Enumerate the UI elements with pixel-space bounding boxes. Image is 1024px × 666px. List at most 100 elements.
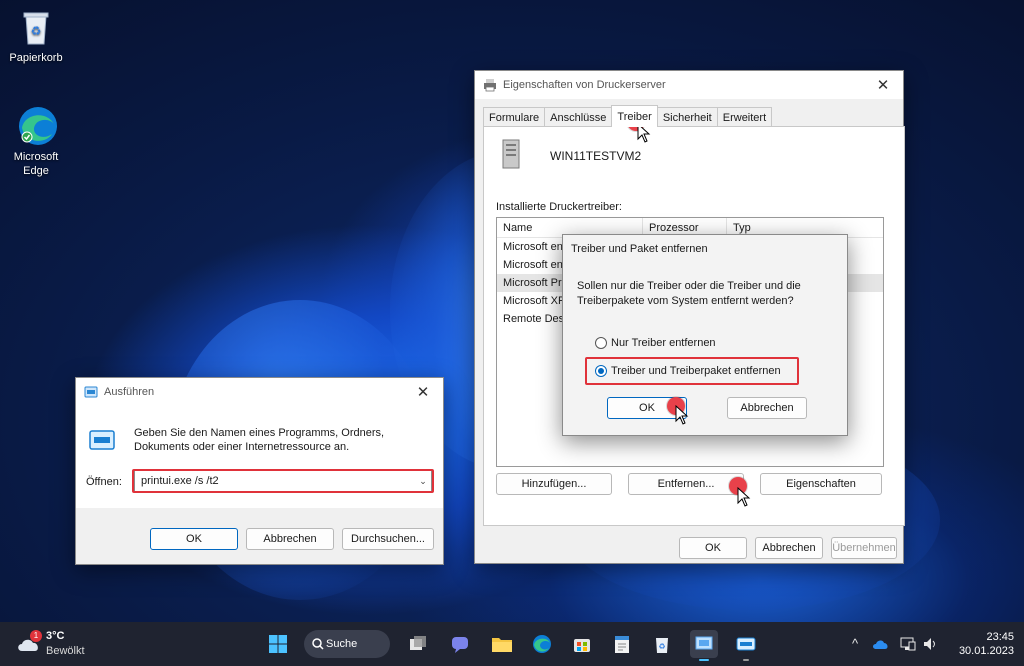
edge-label: Microsoft Edge xyxy=(13,151,59,177)
button-label: Entfernen... xyxy=(657,478,715,490)
run-app-icon xyxy=(89,430,115,450)
tab-formulare[interactable]: Formulare xyxy=(483,107,546,127)
weather-badge: 1 xyxy=(30,630,42,642)
button-label: OK xyxy=(186,533,202,545)
weather-widget[interactable]: 1 3°C Bewölkt xyxy=(16,628,96,660)
mouse-cursor-icon xyxy=(737,487,751,507)
run-description: Geben Sie den Namen eines Programms, Ord… xyxy=(134,427,385,453)
clock-date: 30.01.2023 xyxy=(958,645,1014,657)
button-label: OK xyxy=(639,402,655,414)
close-icon: ✕ xyxy=(416,384,430,401)
run-icon xyxy=(736,637,756,651)
weather-desc: Bewölkt xyxy=(46,645,85,657)
edge-taskbar-button[interactable] xyxy=(528,630,556,658)
desktop-icon-edge[interactable]: Microsoft Edge xyxy=(1,104,71,178)
task-view-icon xyxy=(410,636,426,650)
clock-time: 23:45 xyxy=(986,631,1014,643)
active-indicator xyxy=(699,659,709,661)
installed-drivers-label: Installierte Druckertreiber: xyxy=(496,201,622,213)
button-label: Abbrechen xyxy=(762,542,816,554)
start-button[interactable] xyxy=(264,630,292,658)
dialog-cancel-button[interactable]: Abbrechen xyxy=(727,397,807,419)
highlight-box xyxy=(132,469,434,493)
chat-icon xyxy=(452,637,468,653)
recycle-bin-taskbar-button[interactable]: ♻ xyxy=(648,630,676,658)
store-button[interactable] xyxy=(568,630,596,658)
ok-button[interactable]: OK xyxy=(679,537,747,559)
notepad-button[interactable] xyxy=(608,630,636,658)
button-label: Abbrechen xyxy=(740,402,794,414)
store-icon xyxy=(574,639,590,652)
server-icon xyxy=(502,139,520,169)
button-label: Eigenschaften xyxy=(786,478,856,490)
printer-management-button[interactable] xyxy=(690,630,718,661)
apply-button[interactable]: Übernehmen xyxy=(831,537,897,559)
tab-erweitert[interactable]: Erweitert xyxy=(716,107,773,127)
run-dialog: Ausführen ✕ Geben Sie den Namen eines Pr… xyxy=(75,377,444,565)
network-icon[interactable] xyxy=(900,636,916,652)
run-taskbar-button[interactable] xyxy=(732,630,760,661)
tab-anschluesse[interactable]: Anschlüsse xyxy=(544,107,613,127)
dialog-titlebar: Treiber und Paket entfernen xyxy=(563,235,847,263)
dialog-question: Sollen nur die Treiber oder die Treiber … xyxy=(577,280,801,307)
taskbar: 1 3°C Bewölkt Suche ♻ ^ 23:45 30.01.2023 xyxy=(0,622,1024,666)
server-name: WIN11TESTVM2 xyxy=(550,149,642,163)
tab-label: Anschlüsse xyxy=(550,111,607,124)
run-cancel-button[interactable]: Abbrechen xyxy=(246,528,334,550)
tab-label: Treiber xyxy=(617,110,652,123)
printer-server-icon xyxy=(695,636,713,650)
printserver-titlebar: Eigenschaften von Druckerserver ✕ xyxy=(475,71,903,99)
task-view-button[interactable] xyxy=(404,630,432,658)
edge-icon xyxy=(533,635,551,653)
tab-label: Formulare xyxy=(489,111,540,124)
run-titlebar: Ausführen ✕ xyxy=(76,378,443,406)
windows-icon xyxy=(269,635,287,653)
remove-driver-button[interactable]: Entfernen... xyxy=(628,473,744,495)
add-driver-button[interactable]: Hinzufügen... xyxy=(496,473,612,495)
button-label: Durchsuchen... xyxy=(351,533,425,545)
cancel-button[interactable]: Abbrechen xyxy=(755,537,823,559)
desktop-icon-recycle-bin[interactable]: ♻ Papierkorb xyxy=(1,8,71,64)
button-label: OK xyxy=(705,542,721,554)
search-icon xyxy=(312,638,324,650)
run-ok-button[interactable]: OK xyxy=(150,528,238,550)
folder-icon xyxy=(492,638,512,652)
taskbar-search[interactable]: Suche xyxy=(304,630,390,658)
run-body: Geben Sie den Namen eines Programms, Ord… xyxy=(76,406,443,508)
tab-sicherheit[interactable]: Sicherheit xyxy=(656,107,718,127)
svg-text:♻: ♻ xyxy=(31,24,42,38)
close-button[interactable]: ✕ xyxy=(863,71,903,99)
notepad-icon xyxy=(615,636,629,653)
teams-chat-button[interactable] xyxy=(446,630,474,658)
file-explorer-button[interactable] xyxy=(488,630,516,658)
volume-icon[interactable] xyxy=(922,636,938,652)
button-label: Abbrechen xyxy=(263,533,317,545)
tab-label: Erweitert xyxy=(722,111,767,124)
run-icon xyxy=(84,386,98,398)
button-label: Hinzufügen... xyxy=(521,478,587,490)
desktop-icon-label: Microsoft Edge xyxy=(1,150,71,178)
recycle-bin-icon: ♻ xyxy=(16,8,56,48)
open-label: Öffnen: xyxy=(86,476,122,488)
radio-button-off[interactable] xyxy=(595,337,607,349)
onedrive-icon[interactable] xyxy=(872,638,890,650)
chevron-up-icon[interactable]: ^ xyxy=(852,636,858,651)
radio-driver-only[interactable]: Nur Treiber entfernen xyxy=(595,337,716,349)
driver-properties-button[interactable]: Eigenschaften xyxy=(760,473,882,495)
close-button[interactable]: ✕ xyxy=(403,378,443,406)
tab-strip: Formulare Anschlüsse Treiber Sicherheit … xyxy=(483,105,773,127)
radio-label: Nur Treiber entfernen xyxy=(611,337,716,349)
dialog-title: Treiber und Paket entfernen xyxy=(571,243,708,255)
recycle-bin-icon: ♻ xyxy=(656,638,668,653)
tab-treiber[interactable]: Treiber xyxy=(611,105,658,127)
run-browse-button[interactable]: Durchsuchen... xyxy=(342,528,434,550)
button-label: Übernehmen xyxy=(832,542,896,554)
search-label: Suche xyxy=(326,638,358,650)
mouse-cursor-icon xyxy=(675,405,689,425)
weather-temp: 3°C xyxy=(46,630,65,642)
clock[interactable]: 23:45 30.01.2023 xyxy=(944,630,1014,658)
desktop-icon-label: Papierkorb xyxy=(9,52,63,64)
highlight-box xyxy=(585,357,799,385)
active-indicator xyxy=(743,659,749,661)
window-title: Eigenschaften von Druckerserver xyxy=(503,79,666,91)
